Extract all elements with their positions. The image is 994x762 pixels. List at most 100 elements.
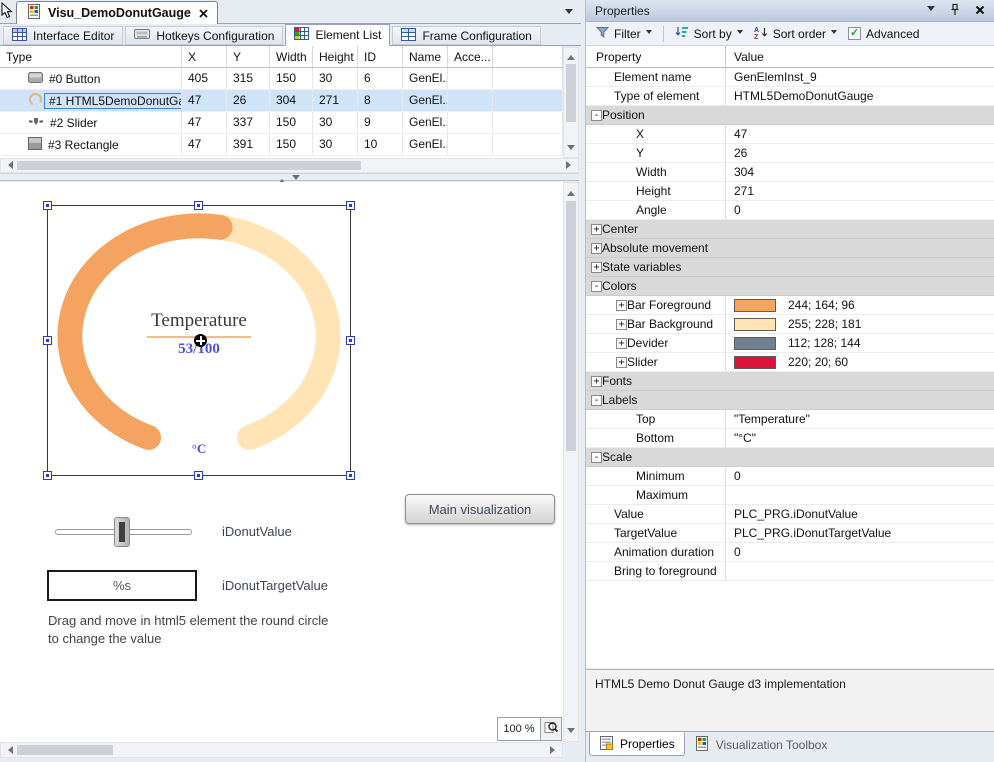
resize-handle-se[interactable] [346, 471, 355, 480]
close-panel-icon[interactable] [975, 4, 985, 18]
property-value-cell[interactable]: 0 [726, 201, 994, 219]
scroll-left-icon[interactable] [4, 161, 13, 169]
main-visualization-button[interactable]: Main visualization [405, 494, 555, 524]
column-header[interactable]: ID [358, 46, 403, 67]
sort-by-button[interactable]: Sort by [672, 24, 746, 43]
expand-icon[interactable]: + [591, 243, 602, 254]
property-column-header[interactable]: Property [586, 46, 726, 67]
scroll-left-icon[interactable] [4, 746, 13, 754]
property-value-cell[interactable] [726, 258, 994, 276]
scrollbar-thumb[interactable] [17, 161, 361, 170]
tabbar-overflow-dropdown-icon[interactable] [565, 9, 573, 18]
table-horizontal-scrollbar[interactable] [0, 158, 579, 173]
color-swatch[interactable] [734, 337, 776, 350]
resize-handle-s[interactable] [194, 471, 203, 480]
property-row[interactable]: ValuePLC_PRG.iDonutValue [586, 505, 994, 524]
property-value-cell[interactable]: "°C" [726, 429, 994, 447]
column-header[interactable]: Acce... [448, 46, 493, 67]
visualization-canvas[interactable]: Temperature 53/100 °C Main visualization [0, 182, 563, 742]
property-value-cell[interactable]: 26 [726, 144, 994, 162]
property-row[interactable]: +Bar Foreground244; 164; 96 [586, 296, 994, 315]
resize-handle-n[interactable] [194, 201, 203, 210]
property-row[interactable]: Maximum [586, 486, 994, 505]
column-header[interactable]: X [182, 46, 227, 67]
property-row[interactable]: Angle0 [586, 201, 994, 220]
property-value-cell[interactable]: 112; 128; 144 [726, 334, 994, 352]
expand-icon[interactable]: + [616, 357, 627, 368]
property-value-cell[interactable]: PLC_PRG.iDonutValue [726, 505, 994, 523]
resize-handle-sw[interactable] [43, 471, 52, 480]
property-value-cell[interactable]: "Temperature" [726, 410, 994, 428]
scroll-down-icon[interactable] [567, 145, 575, 154]
scroll-right-icon[interactable] [550, 746, 559, 754]
document-tab[interactable]: Visu_DemoDonutGauge [16, 1, 218, 24]
resize-handle-e[interactable] [346, 336, 355, 345]
advanced-checkbox[interactable]: ✓ Advanced [845, 25, 922, 43]
property-section-row[interactable]: -Colors [586, 277, 994, 296]
color-swatch[interactable] [734, 318, 776, 331]
property-section-row[interactable]: -Position [586, 106, 994, 125]
canvas-horizontal-scrollbar[interactable] [0, 742, 563, 758]
scroll-down-icon[interactable] [567, 728, 575, 737]
property-row[interactable]: Height271 [586, 182, 994, 201]
resize-handle-ne[interactable] [346, 201, 355, 210]
scrollbar-thumb[interactable] [17, 745, 113, 755]
scrollbar-thumb[interactable] [566, 64, 576, 122]
column-header[interactable]: Name [403, 46, 448, 67]
property-row[interactable]: TargetValuePLC_PRG.iDonutTargetValue [586, 524, 994, 543]
expand-icon[interactable]: + [591, 262, 602, 273]
property-value-cell[interactable] [726, 106, 994, 124]
scroll-up-icon[interactable] [567, 51, 575, 60]
column-header[interactable]: Type [0, 46, 182, 67]
expand-icon[interactable]: + [616, 338, 627, 349]
property-section-row[interactable]: +Center [586, 220, 994, 239]
collapse-icon[interactable]: - [591, 395, 602, 406]
zoom-level-field[interactable]: 100 % [497, 717, 541, 741]
property-value-cell[interactable] [726, 562, 994, 580]
collapse-icon[interactable]: - [591, 281, 602, 292]
panel-tab-properties[interactable]: Properties [589, 732, 685, 756]
property-value-cell[interactable]: 0 [726, 543, 994, 561]
color-swatch[interactable] [734, 299, 776, 312]
property-row[interactable]: Element nameGenElemInst_9 [586, 68, 994, 87]
column-header[interactable]: Y [227, 46, 270, 67]
filter-button[interactable]: Filter [593, 24, 655, 43]
property-value-cell[interactable]: 255; 228; 181 [726, 315, 994, 333]
property-value-cell[interactable] [726, 220, 994, 238]
scroll-up-icon[interactable] [567, 187, 575, 196]
property-row[interactable]: Type of elementHTML5DemoDonutGauge [586, 87, 994, 106]
property-value-cell[interactable]: HTML5DemoDonutGauge [726, 87, 994, 105]
canvas-vertical-scrollbar[interactable] [563, 182, 579, 742]
move-crosshair-icon[interactable] [194, 334, 207, 347]
collapse-icon[interactable]: - [591, 452, 602, 463]
color-swatch[interactable] [734, 356, 776, 369]
pin-icon[interactable] [950, 3, 960, 19]
property-row[interactable]: Bottom"°C" [586, 429, 994, 448]
table-vertical-scrollbar[interactable] [563, 47, 579, 158]
property-row[interactable]: +Devider112; 128; 144 [586, 334, 994, 353]
property-row[interactable]: +Bar Background255; 228; 181 [586, 315, 994, 334]
property-row[interactable]: Bring to foreground [586, 562, 994, 581]
slider-thumb[interactable] [114, 517, 130, 547]
column-header[interactable] [493, 46, 563, 67]
scroll-right-icon[interactable] [566, 161, 575, 169]
property-row[interactable]: X47 [586, 125, 994, 144]
property-value-cell[interactable]: GenElemInst_9 [726, 68, 994, 86]
property-value-cell[interactable] [726, 372, 994, 390]
tab-interface-editor[interactable]: Interface Editor [3, 26, 123, 45]
property-value-cell[interactable] [726, 486, 994, 504]
panel-menu-dropdown-icon[interactable] [927, 6, 935, 15]
tab-frame-configuration[interactable]: Frame Configuration [392, 26, 540, 45]
collapse-icon[interactable]: - [591, 110, 602, 121]
value-column-header[interactable]: Value [726, 46, 994, 67]
scrollbar-thumb[interactable] [566, 201, 576, 451]
property-row[interactable]: +Slider220; 20; 60 [586, 353, 994, 372]
resize-handle-nw[interactable] [43, 201, 52, 210]
property-row[interactable]: Top"Temperature" [586, 410, 994, 429]
zoom-tool-button[interactable] [540, 717, 562, 741]
table-row[interactable]: #1 HTML5DemoDonutGauge47263042718GenEl..… [0, 90, 563, 112]
target-value-input[interactable]: %s [47, 570, 197, 601]
property-section-row[interactable]: +Absolute movement [586, 239, 994, 258]
panel-tab-visualization-toolbox[interactable]: Visualization Toolbox [685, 733, 837, 757]
resize-handle-w[interactable] [43, 336, 52, 345]
